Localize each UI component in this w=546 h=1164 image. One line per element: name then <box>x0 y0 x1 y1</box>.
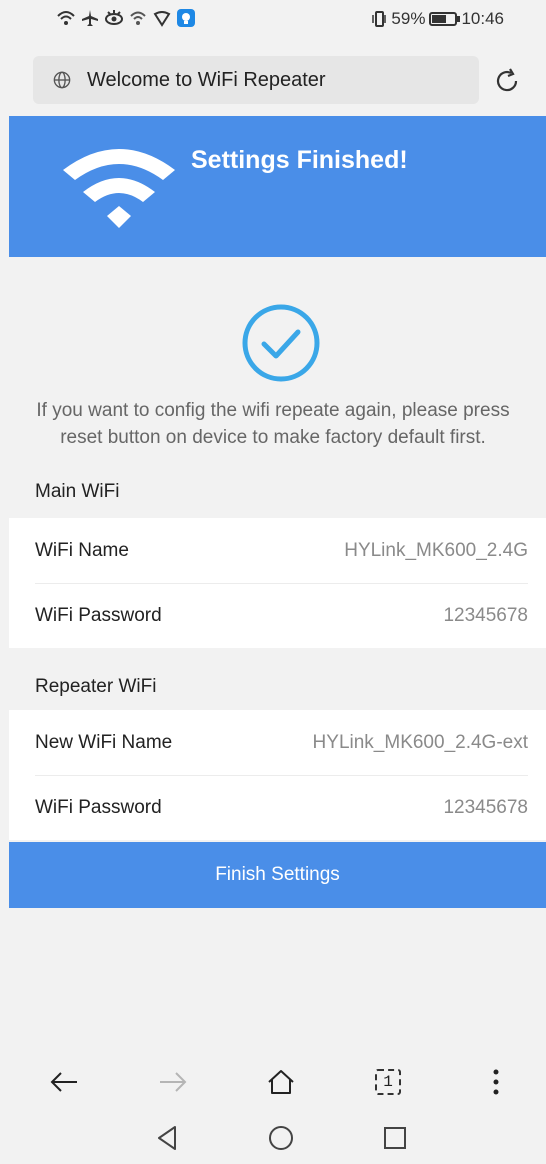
reset-notice-line2: reset button on device to make factory d… <box>60 427 486 448</box>
status-bar: 59% 10:46 <box>0 0 546 40</box>
main-wifi-card: WiFi Name HYLink_MK600_2.4G WiFi Passwor… <box>9 518 546 648</box>
reset-notice-line1: If you want to config the wifi repeate a… <box>36 400 510 421</box>
row-label: WiFi Name <box>35 539 129 561</box>
system-nav-bar <box>0 1115 546 1164</box>
header-title: Settings Finished! <box>191 146 408 174</box>
vibrate-icon <box>372 11 387 27</box>
main-wifi-password-row: WiFi Password 12345678 <box>9 583 546 648</box>
app-notification-icon <box>177 9 195 27</box>
tab-count: 1 <box>375 1069 401 1095</box>
main-wifi-section-label: Main WiFi <box>35 481 120 502</box>
row-value: HYLink_MK600_2.4G <box>344 539 528 561</box>
wifi-signal-icon <box>57 11 75 25</box>
globe-icon <box>53 71 71 89</box>
location-icon <box>153 11 171 27</box>
header-banner: Settings Finished! <box>9 116 546 257</box>
success-check-icon <box>242 304 320 382</box>
home-icon <box>268 1070 294 1094</box>
row-label: WiFi Password <box>35 796 162 818</box>
repeater-wifi-card: New WiFi Name HYLink_MK600_2.4G-ext WiFi… <box>9 710 546 840</box>
eye-comfort-icon <box>105 10 123 25</box>
nav-recents-icon[interactable] <box>380 1123 410 1153</box>
row-value: 12345678 <box>443 796 528 818</box>
arrow-left-icon <box>50 1072 77 1092</box>
back-button[interactable] <box>46 1064 82 1100</box>
repeater-wifi-name-row: New WiFi Name HYLink_MK600_2.4G-ext <box>9 710 546 775</box>
nav-home-icon[interactable] <box>266 1123 296 1153</box>
address-bar[interactable]: Welcome to WiFi Repeater <box>33 56 479 104</box>
wifi-question-icon <box>130 11 146 25</box>
row-label: WiFi Password <box>35 604 162 626</box>
reset-notice: If you want to config the wifi repeate a… <box>0 397 546 451</box>
arrow-right-icon <box>160 1072 187 1092</box>
page-title-url: Welcome to WiFi Repeater <box>87 68 326 91</box>
tabs-button[interactable]: 1 <box>370 1064 406 1100</box>
repeater-wifi-section-label: Repeater WiFi <box>35 676 157 697</box>
row-value: 12345678 <box>443 604 528 626</box>
main-wifi-name-row: WiFi Name HYLink_MK600_2.4G <box>9 518 546 583</box>
reload-icon[interactable] <box>492 66 522 96</box>
home-button[interactable] <box>263 1064 299 1100</box>
row-label: New WiFi Name <box>35 731 173 753</box>
status-icons <box>56 8 196 28</box>
finish-settings-button[interactable]: Finish Settings <box>9 842 546 908</box>
row-value: HYLink_MK600_2.4G-ext <box>312 731 528 753</box>
battery-percent: 59% <box>391 9 426 28</box>
browser-toolbar: 1 <box>0 1052 546 1112</box>
clock: 10:46 <box>461 9 504 28</box>
forward-button[interactable] <box>155 1064 191 1100</box>
battery-icon <box>429 12 461 26</box>
status-right: 59% 10:46 <box>371 9 504 29</box>
more-vertical-icon <box>493 1069 499 1095</box>
airplane-icon <box>82 10 98 26</box>
repeater-wifi-password-row: WiFi Password 12345678 <box>9 775 546 840</box>
wifi-logo-icon <box>63 149 175 228</box>
more-menu-button[interactable] <box>478 1064 514 1100</box>
nav-back-icon[interactable] <box>153 1123 183 1153</box>
